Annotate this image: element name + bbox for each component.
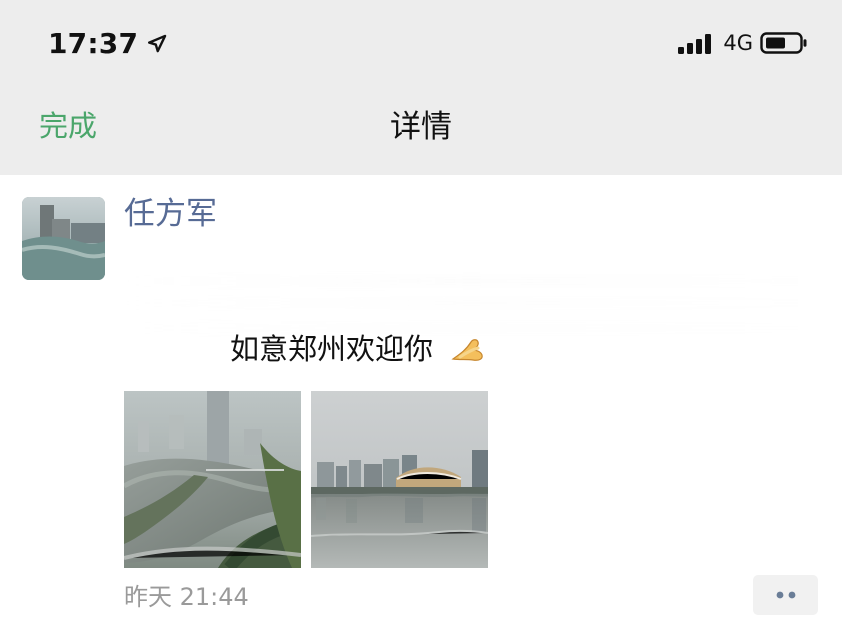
top-header-area: 17:37 4G 完成 详情: [0, 0, 842, 175]
obscured-text-line: [122, 298, 812, 308]
status-time: 17:37: [48, 27, 139, 60]
battery-icon: [760, 32, 807, 54]
post-time: 昨天 21:44: [124, 583, 249, 611]
city-river-photo[interactable]: [124, 391, 301, 568]
status-bar: 17:37 4G: [0, 0, 842, 92]
status-time-group: 17:37: [48, 28, 168, 60]
author-avatar[interactable]: [22, 197, 105, 280]
moment-post: 任方军 如意郑州欢迎你 昨天 21:44: [0, 175, 842, 630]
location-arrow-icon: [148, 34, 167, 53]
author-name[interactable]: 任方军: [124, 193, 217, 235]
avatar-photo-icon: [22, 197, 105, 280]
status-indicators: 4G: [677, 31, 808, 55]
navigation-bar: 完成 详情: [0, 92, 842, 175]
comment-like-menu-button[interactable]: [753, 575, 818, 615]
post-text: 如意郑州欢迎你: [230, 330, 486, 368]
network-type: 4G: [723, 31, 753, 55]
more-dots-icon: [776, 591, 795, 599]
page-title: 详情: [390, 109, 452, 145]
post-caption: 如意郑州欢迎你: [230, 332, 434, 366]
lake-skyline-photo[interactable]: [311, 391, 488, 568]
pinching-hand-emoji-icon: [451, 339, 483, 361]
moments-detail-screen: 17:37 4G 完成 详情 任方军 如意郑州欢迎你 昨天 21:44: [0, 0, 842, 630]
obscured-text-line: [122, 276, 812, 286]
cellular-signal-icon: [678, 34, 712, 54]
